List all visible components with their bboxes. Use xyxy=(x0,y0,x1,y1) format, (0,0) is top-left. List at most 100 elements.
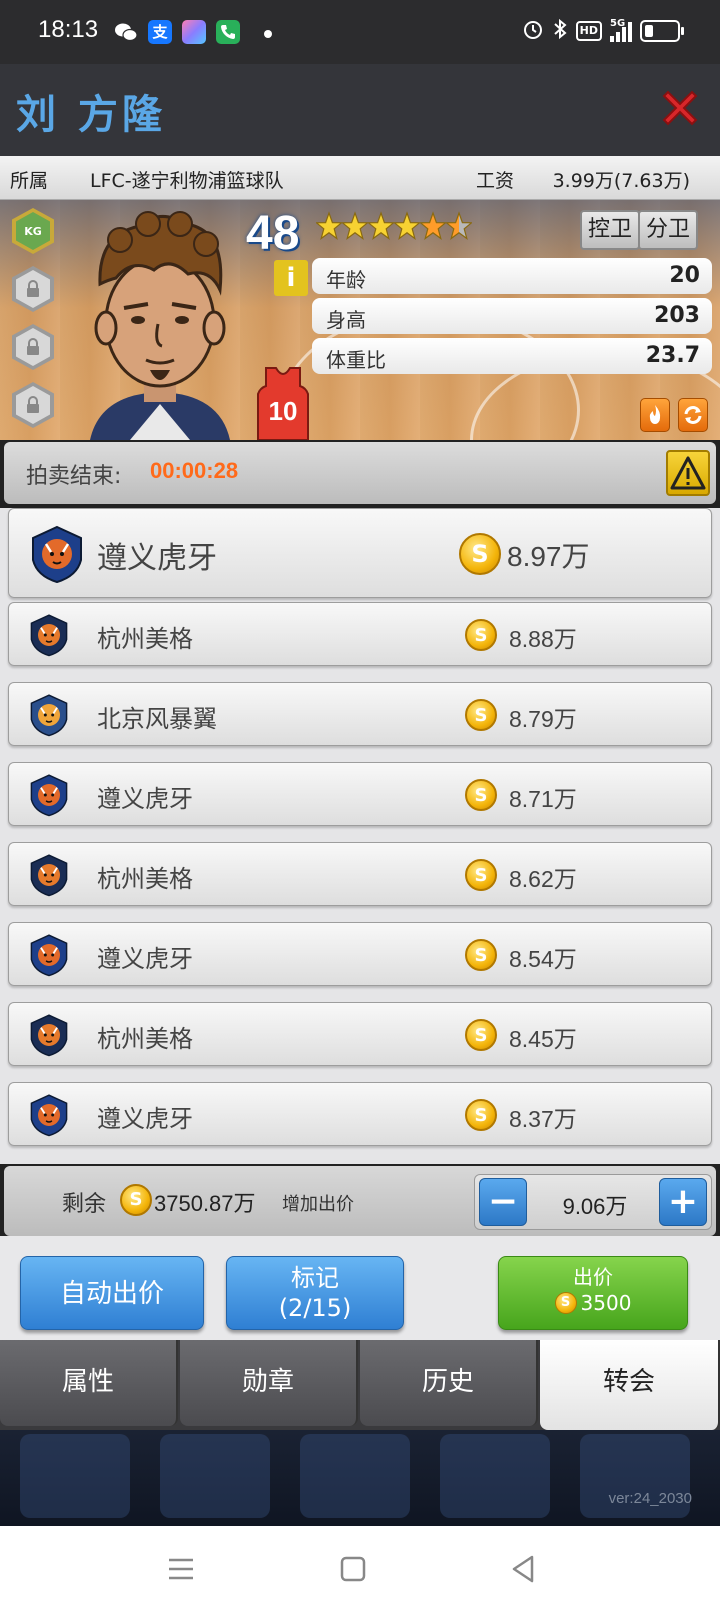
status-bar: 18:13 支 HD 5G xyxy=(0,0,720,64)
auction-timer: 00:00:28 xyxy=(150,458,239,483)
back-icon[interactable] xyxy=(506,1552,540,1586)
player-info-row: 所属 LFC-遂宁利物浦篮球队 工资 3.99万(7.63万) xyxy=(0,156,720,200)
star-icon xyxy=(342,211,368,240)
coin-icon: S xyxy=(120,1184,152,1216)
background-tile xyxy=(300,1434,410,1518)
bid-row[interactable]: 遵义虎牙 S 8.54万 xyxy=(8,922,712,986)
bid-history-list[interactable]: 遵义虎牙 S 8.97万 杭州美格 S 8.88万 北京风暴翼 S 8.79万 遵义虎牙 S 8.71… xyxy=(0,508,720,1164)
star-icon xyxy=(394,211,420,240)
tab-medals[interactable]: 勋章 xyxy=(180,1340,358,1426)
version-label: ver:24_2030 xyxy=(608,1490,692,1507)
mark-button[interactable]: 标记 (2/15) xyxy=(226,1256,404,1330)
alipay-icon: 支 xyxy=(148,20,172,44)
coin-icon: S xyxy=(465,1099,497,1131)
background-tile xyxy=(440,1434,550,1518)
coin-icon: S xyxy=(465,859,497,891)
bid-amount: 8.54万 xyxy=(509,946,577,972)
close-icon[interactable] xyxy=(658,86,702,130)
hd-icon: HD xyxy=(575,21,602,41)
locked-badge-slot[interactable] xyxy=(12,324,54,370)
battery-icon xyxy=(640,20,684,42)
home-icon[interactable] xyxy=(336,1552,370,1586)
badge-stack: KG xyxy=(12,208,54,428)
team-name: LFC-遂宁利物浦篮球队 xyxy=(90,170,284,192)
refresh-icon[interactable] xyxy=(678,398,708,432)
tab-attributes[interactable]: 属性 xyxy=(0,1340,178,1426)
tab-history[interactable]: 历史 xyxy=(360,1340,538,1426)
background-game-nav: ver:24_2030 xyxy=(0,1430,720,1526)
bid-row[interactable]: 遵义虎牙 S 8.71万 xyxy=(8,762,712,826)
bid-amount: 8.62万 xyxy=(509,866,577,892)
star-rating xyxy=(316,210,472,244)
player-card: KG 10 48 控卫 分卫 i 年龄 20 身高 203 体重比 23.7 xyxy=(0,200,720,440)
alarm-icon xyxy=(522,18,544,44)
bid-amount: 8.88万 xyxy=(509,626,577,652)
star-icon xyxy=(446,211,472,240)
place-bid-label: 出价 xyxy=(573,1265,613,1289)
star-icon xyxy=(420,211,446,240)
bid-row[interactable]: 杭州美格 S 8.45万 xyxy=(8,1002,712,1066)
bid-team-name: 杭州美格 xyxy=(97,865,193,893)
locked-badge-slot[interactable] xyxy=(12,266,54,312)
lock-icon xyxy=(16,270,50,308)
stat-label: 年龄 xyxy=(326,268,366,292)
bid-amount: 8.37万 xyxy=(509,1106,577,1132)
lock-icon xyxy=(16,328,50,366)
coin-icon: S xyxy=(554,1292,577,1314)
stat-value: 203 xyxy=(654,303,700,328)
stat-label: 体重比 xyxy=(326,348,386,372)
stat-value: 23.7 xyxy=(645,343,700,368)
bid-team-name: 杭州美格 xyxy=(97,1025,193,1053)
auto-bid-label: 自动出价 xyxy=(59,1279,164,1309)
action-area: 自动出价 标记 (2/15) 出价 S 3500 xyxy=(0,1236,720,1340)
decrease-button[interactable]: − xyxy=(479,1178,527,1226)
balance-bar: 剩余 S 3750.87万 增加出价 − 9.06万 + xyxy=(4,1166,716,1236)
coin-icon: S xyxy=(465,939,497,971)
position-tag-sg[interactable]: 分卫 xyxy=(638,210,699,250)
coin-icon: S xyxy=(465,779,497,811)
increase-button[interactable]: + xyxy=(659,1178,707,1226)
background-tile xyxy=(20,1434,130,1518)
wechat-icon xyxy=(114,20,138,44)
signal-icon: 5G xyxy=(610,18,632,42)
place-bid-button[interactable]: 出价 S 3500 xyxy=(498,1256,688,1330)
stat-label: 身高 xyxy=(326,308,366,332)
team-label: 所属 xyxy=(10,170,49,192)
fire-icon[interactable] xyxy=(640,398,670,432)
phone-icon xyxy=(216,20,240,44)
coin-icon: S xyxy=(465,699,497,731)
bid-row[interactable]: 北京风暴翼 S 8.79万 xyxy=(8,682,712,746)
warning-icon[interactable] xyxy=(666,450,710,496)
raise-bid-value: 9.06万 xyxy=(562,1194,628,1219)
info-icon[interactable]: i xyxy=(274,260,308,296)
team-logo-icon xyxy=(27,853,71,901)
team-logo-icon xyxy=(27,613,71,661)
jersey-icon: 10 xyxy=(256,366,310,440)
network-type-label: 5G xyxy=(610,18,626,29)
bid-cost-value: 3500 xyxy=(580,1291,632,1315)
coin-icon: S xyxy=(465,1019,497,1051)
menu-icon[interactable] xyxy=(164,1552,198,1586)
player-rating: 48 xyxy=(246,207,300,260)
bid-team-name: 北京风暴翼 xyxy=(97,705,217,733)
stat-row-age: 年龄 20 xyxy=(312,258,712,294)
stat-row-height: 身高 203 xyxy=(312,298,712,334)
status-time: 18:13 xyxy=(38,16,99,43)
mark-count: (2/15) xyxy=(278,1294,352,1322)
tab-transfer[interactable]: 转会 xyxy=(540,1340,720,1430)
position-tag-pg[interactable]: 控卫 xyxy=(580,210,641,250)
bid-team-name: 遵义虎牙 xyxy=(97,1105,193,1133)
locked-badge-slot[interactable] xyxy=(12,382,54,428)
bid-row[interactable]: 遵义虎牙 S 8.37万 xyxy=(8,1082,712,1146)
balance-value: 3750.87万 xyxy=(154,1191,256,1216)
raise-bid-label: 增加出价 xyxy=(282,1194,354,1215)
notification-dot xyxy=(264,30,272,38)
bid-row[interactable]: 杭州美格 S 8.88万 xyxy=(8,602,712,666)
auto-bid-button[interactable]: 自动出价 xyxy=(20,1256,204,1330)
bid-team-name: 遵义虎牙 xyxy=(97,541,217,576)
auction-status-bar: 拍卖结束: 00:00:28 xyxy=(4,442,716,504)
team-logo-icon xyxy=(27,693,71,741)
kg-badge[interactable]: KG xyxy=(12,208,54,254)
bid-row[interactable]: 遵义虎牙 S 8.97万 xyxy=(8,508,712,598)
bid-row[interactable]: 杭州美格 S 8.62万 xyxy=(8,842,712,906)
